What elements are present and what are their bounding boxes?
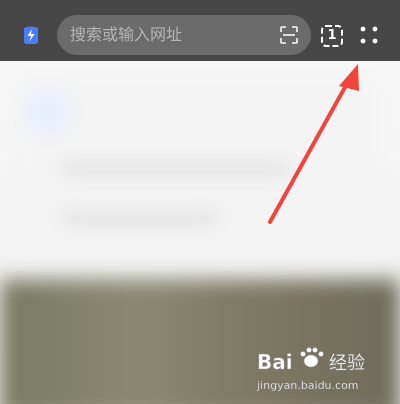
svg-text:经验: 经验 [329, 353, 365, 374]
tabs-count: 1 [327, 28, 337, 43]
search-input[interactable]: 搜索或输入网址 [70, 25, 182, 45]
baidu-jingyan-watermark: Bai 经验 jingyan.baidu.com [255, 345, 395, 395]
baidu-logo: Bai 经验 jingyan.baidu.com [256, 347, 365, 392]
scan-icon[interactable] [279, 25, 299, 45]
svg-text:Bai: Bai [257, 350, 293, 374]
blurred-text-line [60, 211, 220, 227]
tabs-button[interactable]: 1 [320, 24, 344, 48]
lightning-shield-icon[interactable] [20, 24, 42, 46]
blurred-text-line [60, 161, 290, 177]
search-bar[interactable]: 搜索或输入网址 [57, 15, 311, 55]
browser-toolbar: 搜索或输入网址 1 [0, 0, 400, 61]
four-dots-menu-icon[interactable] [358, 24, 380, 46]
svg-text:jingyan.baidu.com: jingyan.baidu.com [256, 379, 359, 392]
blurred-avatar [26, 89, 70, 133]
